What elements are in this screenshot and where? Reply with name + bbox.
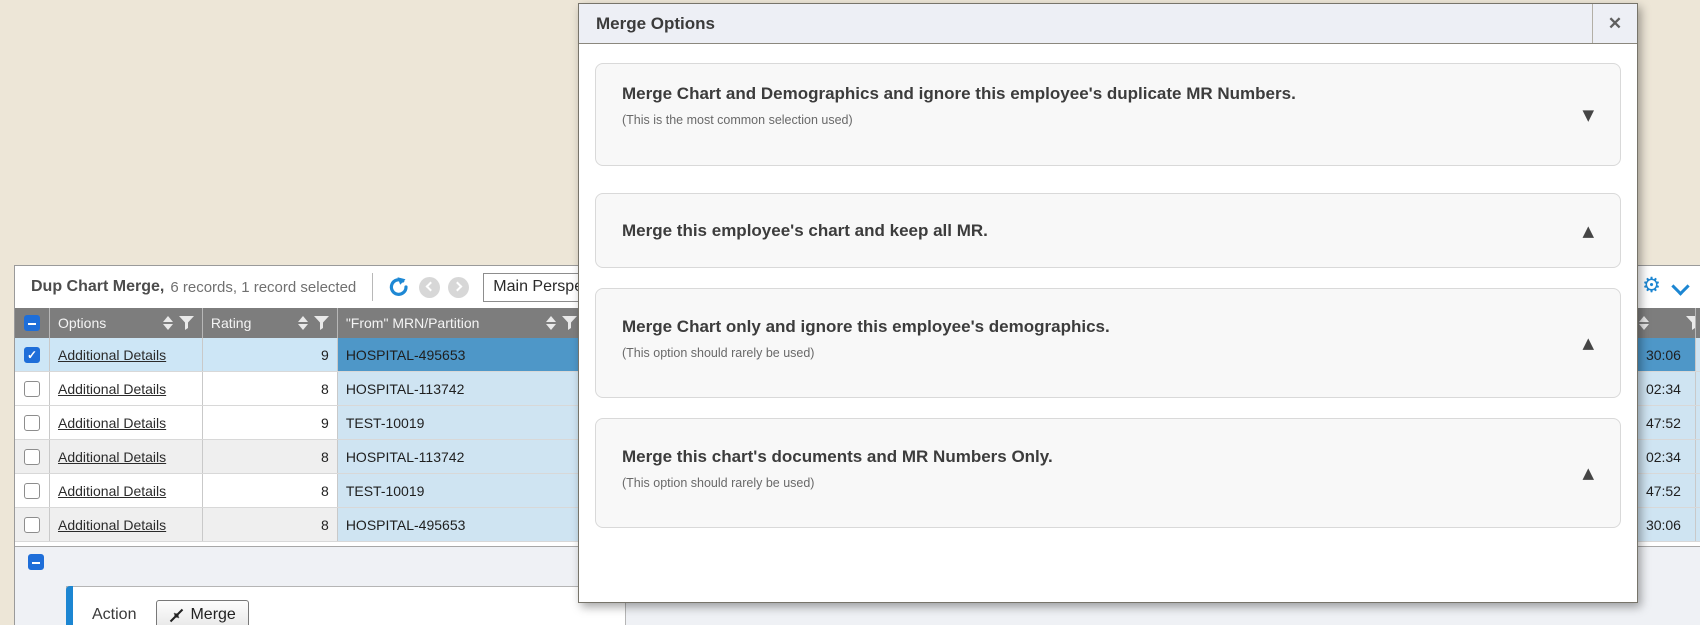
option-title: Merge Chart only and ignore this employe… [622, 317, 1560, 337]
additional-details-link[interactable]: Additional Details [58, 517, 166, 533]
close-icon: ✕ [1608, 14, 1622, 34]
sort-icon[interactable] [1639, 316, 1649, 330]
option-subtitle: (This option should rarely be used) [622, 346, 1560, 360]
option-subtitle: (This option should rarely be used) [622, 476, 1560, 490]
sort-icon[interactable] [298, 316, 308, 330]
merge-button-label: Merge [190, 606, 235, 624]
action-panel: Action Merge [66, 586, 626, 625]
row-checkbox[interactable] [24, 449, 40, 465]
sort-icon[interactable] [546, 316, 556, 330]
next-record-button[interactable] [448, 277, 469, 298]
chevron-left-icon [426, 282, 436, 292]
mrn-cell: TEST-10019 [338, 406, 586, 439]
merge-option-chart-and-demographics[interactable]: Merge Chart and Demographics and ignore … [595, 63, 1621, 166]
chevron-down-icon[interactable] [1673, 278, 1689, 294]
merge-option-keep-all-mr[interactable]: Merge this employee's chart and keep all… [595, 193, 1621, 268]
merge-button[interactable]: Merge [156, 600, 248, 625]
rating-cell: 8 [203, 474, 338, 507]
row-checkbox[interactable] [24, 517, 40, 533]
rating-cell: 8 [203, 440, 338, 473]
additional-details-link[interactable]: Additional Details [58, 483, 166, 499]
collapse-arrow-icon[interactable]: ▼ [1582, 106, 1594, 124]
sort-icon[interactable] [163, 316, 173, 330]
table-title: Dup Chart Merge, [31, 278, 164, 296]
additional-details-link[interactable]: Additional Details [58, 347, 166, 363]
filter-icon[interactable] [314, 316, 329, 330]
dialog-title: Merge Options [579, 14, 715, 34]
mrn-cell: TEST-10019 [338, 474, 586, 507]
select-all-checkbox[interactable] [24, 315, 40, 331]
row-checkbox[interactable] [24, 381, 40, 397]
close-button[interactable]: ✕ [1592, 4, 1637, 43]
merge-option-chart-only[interactable]: Merge Chart only and ignore this employe… [595, 288, 1621, 398]
option-title: Merge Chart and Demographics and ignore … [622, 84, 1560, 104]
chevron-right-icon [453, 282, 463, 292]
mrn-cell: HOSPITAL-495653 [338, 338, 586, 371]
app-window: Dup Chart Merge, 6 records, 1 record sel… [0, 0, 1700, 625]
expand-arrow-icon[interactable]: ▲ [1582, 334, 1594, 352]
select-all-checkbox-bottom[interactable] [28, 554, 44, 570]
action-accent-bar [66, 586, 73, 625]
mrn-cell: HOSPITAL-113742 [338, 372, 586, 405]
previous-record-button[interactable] [419, 277, 440, 298]
merge-icon [169, 608, 184, 623]
toolbar-divider [372, 273, 373, 301]
row-checkbox[interactable] [24, 415, 40, 431]
option-title: Merge this chart's documents and MR Numb… [622, 447, 1560, 467]
merge-options-dialog: Merge Options ✕ Merge Chart and Demograp… [578, 3, 1638, 603]
refresh-icon[interactable] [387, 275, 411, 299]
dialog-header: Merge Options ✕ [579, 4, 1637, 44]
option-title: Merge this employee's chart and keep all… [622, 221, 988, 241]
filter-icon[interactable] [562, 316, 577, 330]
row-checkbox[interactable] [24, 347, 40, 363]
rating-cell: 8 [203, 508, 338, 541]
gear-icon[interactable]: ⚙ [1642, 275, 1661, 296]
row-checkbox[interactable] [24, 483, 40, 499]
column-header-from-mrn: "From" MRN/Partition [346, 315, 542, 331]
additional-details-link[interactable]: Additional Details [58, 415, 166, 431]
additional-details-link[interactable]: Additional Details [58, 449, 166, 465]
additional-details-link[interactable]: Additional Details [58, 381, 166, 397]
table-record-summary: 6 records, 1 record selected [170, 279, 356, 296]
column-header-options: Options [58, 315, 159, 331]
rating-cell: 9 [203, 406, 338, 439]
merge-option-documents-and-mr-only[interactable]: Merge this chart's documents and MR Numb… [595, 418, 1621, 528]
mrn-cell: HOSPITAL-495653 [338, 508, 586, 541]
mrn-cell: HOSPITAL-113742 [338, 440, 586, 473]
option-subtitle: (This is the most common selection used) [622, 113, 1560, 127]
dialog-body: Merge Chart and Demographics and ignore … [579, 44, 1637, 604]
expand-arrow-icon[interactable]: ▲ [1582, 464, 1594, 482]
column-header-rating: Rating [211, 315, 294, 331]
rating-cell: 8 [203, 372, 338, 405]
filter-icon[interactable] [1686, 316, 1696, 330]
action-label: Action [92, 606, 136, 624]
rating-cell: 9 [203, 338, 338, 371]
filter-icon[interactable] [179, 316, 194, 330]
expand-arrow-icon[interactable]: ▲ [1582, 222, 1594, 240]
